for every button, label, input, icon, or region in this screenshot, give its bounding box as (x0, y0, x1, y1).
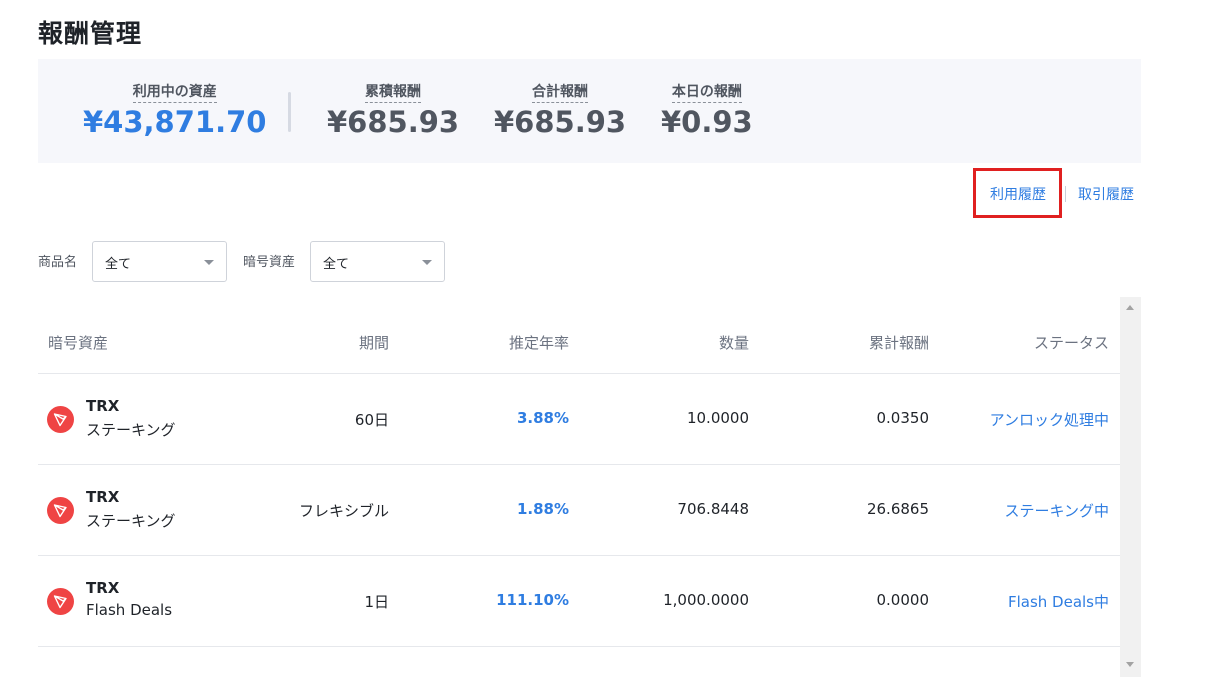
stat-total-value: ¥685.93 (494, 105, 627, 139)
stat-in-use: 利用中の資産 ¥43,871.70 (83, 81, 266, 139)
trade-history-link[interactable]: 取引履歴 (1078, 184, 1134, 204)
reward-cell: 26.6865 (866, 500, 929, 518)
product-select-value: 全て (105, 257, 132, 272)
caret-down-icon (204, 260, 214, 265)
asset-name: TRX (86, 579, 120, 597)
asset-product: ステーキング (86, 421, 176, 439)
stat-in-use-label[interactable]: 利用中の資産 (132, 81, 217, 103)
table-row[interactable]: TRX Flash Deals 1日 111.10% 1,000.0000 0.… (38, 556, 1120, 647)
column-apr: 推定年率 (508, 334, 569, 352)
asset-product: ステーキング (86, 512, 176, 530)
product-select[interactable]: 全て (92, 241, 227, 282)
stat-today: 本日の報酬 ¥0.93 (661, 81, 753, 139)
usage-history-link[interactable]: 利用履歴 (990, 184, 1046, 204)
table-row[interactable]: TRX ステーキング 60日 3.88% 10.0000 0.0350 アンロッ… (38, 374, 1120, 465)
asset-filter-label: 暗号資産 (243, 255, 296, 270)
scroll-down-icon[interactable] (1126, 662, 1134, 667)
stat-cumulative-label[interactable]: 累積報酬 (365, 81, 422, 103)
stat-in-use-value: ¥43,871.70 (83, 105, 267, 139)
reward-summary: 利用中の資産 ¥43,871.70 累積報酬 ¥685.93 合計報酬 ¥685… (38, 59, 1141, 163)
table-row[interactable]: TRX ステーキング フレキシブル 1.88% 706.8448 26.6865… (38, 465, 1120, 556)
column-status: ステータス (1033, 334, 1109, 352)
stat-total: 合計報酬 ¥685.93 (494, 81, 626, 139)
page-title: 報酬管理 (38, 19, 143, 48)
apr-cell: 111.10% (496, 591, 569, 609)
tron-icon (47, 497, 74, 524)
column-amount: 数量 (718, 334, 749, 352)
link-divider (1065, 186, 1066, 202)
asset-name: TRX (86, 397, 120, 415)
period-cell: 1日 (364, 593, 389, 611)
reward-cell: 0.0000 (876, 591, 930, 609)
reward-cell: 0.0350 (876, 409, 930, 427)
rewards-table: 暗号資産 期間 推定年率 数量 累計報酬 ステータス TRX ステーキング 60… (38, 297, 1141, 677)
column-reward: 累計報酬 (868, 334, 929, 352)
column-asset: 暗号資産 (48, 334, 109, 352)
period-cell: 60日 (354, 411, 389, 429)
asset-select-value: 全て (323, 257, 350, 272)
asset-name: TRX (86, 488, 120, 506)
amount-cell: 10.0000 (686, 409, 749, 427)
stat-cumulative-value: ¥685.93 (327, 105, 460, 139)
asset-select[interactable]: 全て (310, 241, 445, 282)
amount-cell: 1,000.0000 (663, 591, 749, 609)
asset-product: Flash Deals (86, 601, 173, 619)
tron-icon (47, 406, 74, 433)
scroll-up-icon[interactable] (1126, 305, 1134, 310)
caret-down-icon (422, 260, 432, 265)
stat-divider (288, 92, 291, 132)
apr-cell: 1.88% (516, 500, 569, 518)
tron-icon (47, 588, 74, 615)
stat-today-value: ¥0.93 (661, 105, 753, 139)
amount-cell: 706.8448 (677, 500, 749, 518)
stat-cumulative: 累積報酬 ¥685.93 (327, 81, 459, 139)
status-cell[interactable]: ステーキング中 (1004, 500, 1109, 521)
table-header: 暗号資産 期間 推定年率 数量 累計報酬 ステータス (38, 297, 1120, 374)
column-period: 期間 (358, 334, 389, 352)
status-cell[interactable]: Flash Deals中 (1008, 591, 1109, 612)
status-cell[interactable]: アンロック処理中 (990, 409, 1109, 430)
product-filter-label: 商品名 (38, 255, 78, 270)
period-cell: フレキシブル (298, 502, 389, 520)
stat-total-label[interactable]: 合計報酬 (532, 81, 589, 103)
stat-today-label[interactable]: 本日の報酬 (671, 81, 742, 103)
apr-cell: 3.88% (516, 409, 569, 427)
table-scrollbar[interactable] (1120, 297, 1141, 677)
